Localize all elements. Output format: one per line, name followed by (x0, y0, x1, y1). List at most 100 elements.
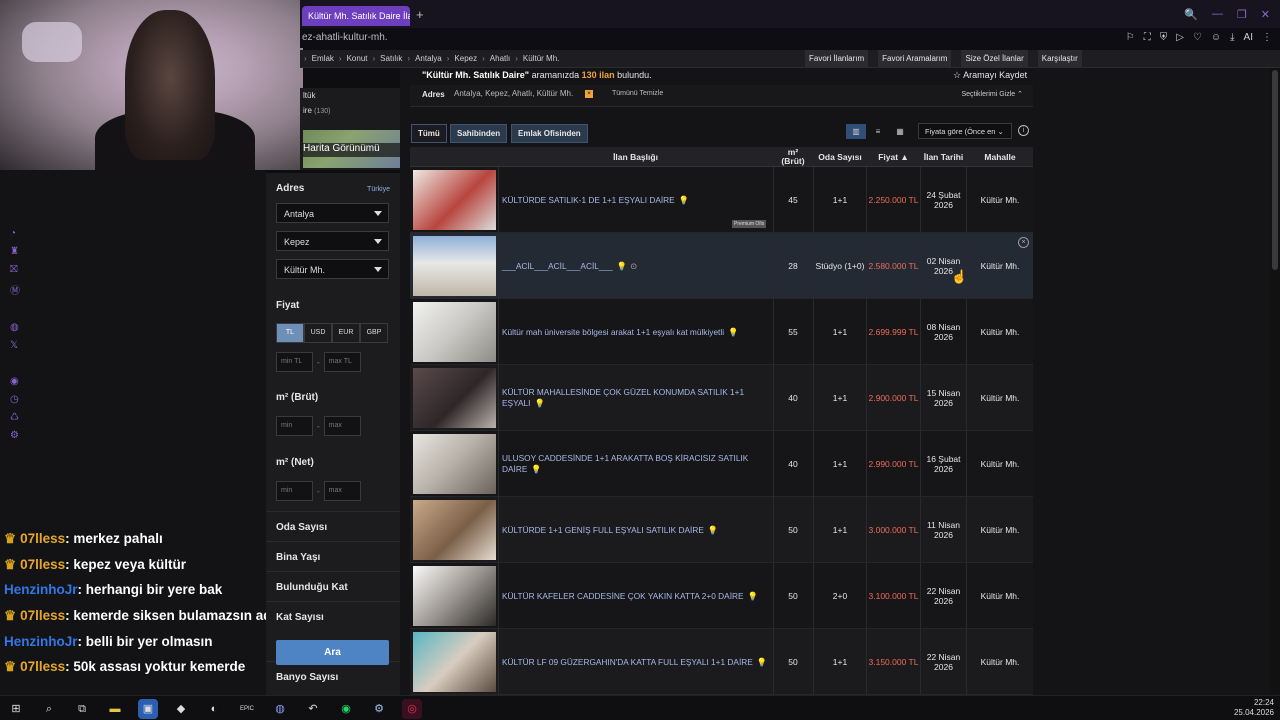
listing-title[interactable]: ___ACİL___ACİL___ACİL___ 💡 ⊙ (502, 233, 770, 299)
bookmark-icon[interactable]: ⚐ (1126, 32, 1135, 43)
breadcrumb-item[interactable]: Kepez (454, 54, 477, 63)
app-icon[interactable]: ▣ (138, 699, 158, 719)
neighborhood-select[interactable]: Kültür Mh. (276, 259, 389, 279)
breadcrumb-item[interactable]: Ahatlı (490, 54, 510, 63)
favorite-listings-link[interactable]: Favori İlanlarım (805, 50, 869, 67)
province-select[interactable]: Antalya (276, 203, 389, 223)
col-district[interactable]: Mahalle (967, 147, 1033, 167)
breadcrumb-item[interactable]: Emlak (312, 54, 334, 63)
gross-min-input[interactable]: min (276, 416, 313, 436)
search-icon[interactable]: 🔍 (1184, 8, 1198, 21)
play-icon[interactable]: ▷ (1176, 32, 1184, 43)
minimize-icon[interactable]: — (1212, 8, 1223, 21)
menu-icon[interactable]: ⋮ (1262, 32, 1272, 43)
category-item[interactable]: ire (130) (303, 106, 330, 115)
new-tab-button[interactable]: + (416, 7, 424, 22)
tag-icon[interactable]: ⛝ (10, 264, 20, 275)
currency-eur[interactable]: EUR (332, 323, 360, 343)
col-date[interactable]: İlan Tarihi (921, 147, 966, 167)
breadcrumb-item[interactable]: Satılık (380, 54, 402, 63)
listing-thumbnail[interactable] (413, 170, 496, 230)
clock-icon[interactable]: ◷ (10, 394, 20, 405)
breadcrumb-item[interactable]: Kültür Mh. (523, 54, 559, 63)
table-row[interactable]: KÜLTÜR KAFELER CADDESİNE ÇOK YAKIN KATTA… (410, 563, 1033, 629)
url-text[interactable]: ez-ahatli-kultur-mh. (302, 32, 388, 43)
download-icon[interactable]: ⤓ (1230, 32, 1234, 43)
lock-icon[interactable]: ♜ (10, 246, 20, 257)
table-row[interactable]: KÜLTÜRDE 1+1 GENİŞ FULL EŞYALI SATILIK D… (410, 497, 1033, 563)
listing-title[interactable]: ULUSOY CADDESİNDE 1+1 ARAKATTA BOŞ KİRAC… (502, 431, 770, 497)
filter-building-age[interactable]: Bina Yaşı (266, 541, 400, 571)
listing-thumbnail[interactable] (413, 302, 496, 362)
table-row[interactable]: KÜLTÜRDE SATILIK-1 DE 1+1 EŞYALI DAİRE 💡 P… (410, 167, 1033, 233)
table-row[interactable]: KÜLTÜR LF 09 GÜZERGAHIN'DA KATTA FULL EŞ… (410, 629, 1033, 695)
price-max-input[interactable]: max TL (323, 352, 361, 372)
heart-icon[interactable]: ♡ (1193, 32, 1202, 43)
filter-floor-count[interactable]: Kat Sayısı (266, 601, 400, 631)
profile-icon[interactable]: ☺ (1211, 32, 1221, 43)
screenshot-icon[interactable]: ⛶ (1144, 32, 1151, 43)
discord-icon[interactable]: ◍ (10, 322, 20, 333)
epic-games-icon[interactable]: EPIC (237, 699, 257, 719)
col-price[interactable]: Fiyat ▲ (867, 147, 920, 167)
hide-selected-button[interactable]: Seçtiklerimi Gizle ⌃ (962, 90, 1024, 98)
listing-title[interactable]: KÜLTÜR LF 09 GÜZERGAHIN'DA KATTA FULL EŞ… (502, 629, 770, 695)
save-search-button[interactable]: ☆ Aramayı Kaydet (953, 70, 1027, 81)
search-icon[interactable]: ⌕ (39, 699, 59, 719)
sort-select[interactable]: Fiyata göre (Önce en ⌄ (918, 123, 1012, 139)
breadcrumb-item[interactable]: Konut (347, 54, 368, 63)
discord-icon[interactable]: ◍ (270, 699, 290, 719)
maximize-icon[interactable]: ❐ (1237, 8, 1247, 21)
table-view-icon[interactable]: ▥ (846, 124, 866, 139)
tab-agency[interactable]: Emlak Ofisinden (511, 124, 588, 143)
compare-link[interactable]: Karşılaştır (1037, 50, 1082, 67)
table-row[interactable]: KÜLTÜR MAHALLESİNDE ÇOK GÜZEL KONUMDA SA… (410, 365, 1033, 431)
tab-all[interactable]: Tümü (411, 124, 447, 143)
scrollbar[interactable] (1270, 68, 1280, 695)
ai-icon[interactable]: AI (1244, 32, 1253, 43)
browser-tab[interactable]: Kültür Mh. Satılık Daire İlan (302, 6, 410, 26)
special-listings-link[interactable]: Size Özel İlanlar (961, 50, 1028, 67)
windows-start-icon[interactable]: ⊞ (6, 699, 26, 719)
listing-thumbnail[interactable] (413, 566, 496, 626)
spotify-icon[interactable]: ◉ (336, 699, 356, 719)
net-max-input[interactable]: max (323, 481, 361, 501)
filter-room-count[interactable]: Oda Sayısı (266, 511, 400, 541)
steam-icon[interactable]: ⚙ (369, 699, 389, 719)
obs-icon[interactable]: ◐ (204, 699, 224, 719)
clear-all-button[interactable]: Tümünü Temizle (612, 90, 663, 97)
listing-thumbnail[interactable] (413, 632, 496, 692)
col-rooms[interactable]: Oda Sayısı (814, 147, 866, 167)
app-icon-2[interactable]: ↶ (303, 699, 323, 719)
filter-floor[interactable]: Bulunduğu Kat (266, 571, 400, 601)
list-view-icon[interactable]: ≡ (868, 124, 888, 139)
map-view-button[interactable]: Harita Görünümü (303, 143, 400, 157)
price-min-input[interactable]: min TL (276, 352, 313, 372)
info-icon[interactable]: i (1018, 125, 1029, 136)
listing-thumbnail[interactable] (413, 236, 496, 296)
listing-title[interactable]: Kültür mah üniversite bölgesi arakat 1+1… (502, 299, 770, 365)
search-button[interactable]: Ara (276, 640, 389, 665)
system-clock[interactable]: 22:24 25.04.2026 (1234, 698, 1274, 718)
address-bar[interactable]: ez-ahatli-kultur-mh. ⚐ ⛶ ⛨ ▷ ♡ ☺ ⤓ AI ⋮ (300, 28, 1280, 48)
close-icon[interactable]: ✕ (1261, 8, 1270, 21)
currency-gbp[interactable]: GBP (360, 323, 388, 343)
listing-title[interactable]: KÜLTÜR KAFELER CADDESİNE ÇOK YAKIN KATTA… (502, 563, 770, 629)
grid-view-icon[interactable]: ▦ (890, 124, 910, 139)
table-row[interactable]: ___ACİL___ACİL___ACİL___ 💡 ⊙ × 28 Stüdyo (1+0… (410, 233, 1033, 299)
col-title[interactable]: İlan Başlığı (498, 147, 773, 167)
category-item[interactable]: ltük (303, 91, 315, 100)
chip-close-icon[interactable]: × (585, 90, 593, 98)
listing-thumbnail[interactable] (413, 500, 496, 560)
table-row[interactable]: ULUSOY CADDESİNDE 1+1 ARAKATTA BOŞ KİRAC… (410, 431, 1033, 497)
refresh-icon[interactable]: ◔ (10, 228, 20, 239)
chat-icon[interactable]: ♺ (10, 412, 20, 423)
currency-usd[interactable]: USD (304, 323, 332, 343)
district-select[interactable]: Kepez (276, 231, 389, 251)
table-row[interactable]: Kültür mah üniversite bölgesi arakat 1+1… (410, 299, 1033, 365)
opera-icon[interactable]: ◎ (402, 699, 422, 719)
currency-tl[interactable]: TL (276, 323, 304, 343)
gross-max-input[interactable]: max (323, 416, 361, 436)
filter-bathroom-count[interactable]: Banyo Sayısı (266, 661, 400, 691)
net-min-input[interactable]: min (276, 481, 313, 501)
